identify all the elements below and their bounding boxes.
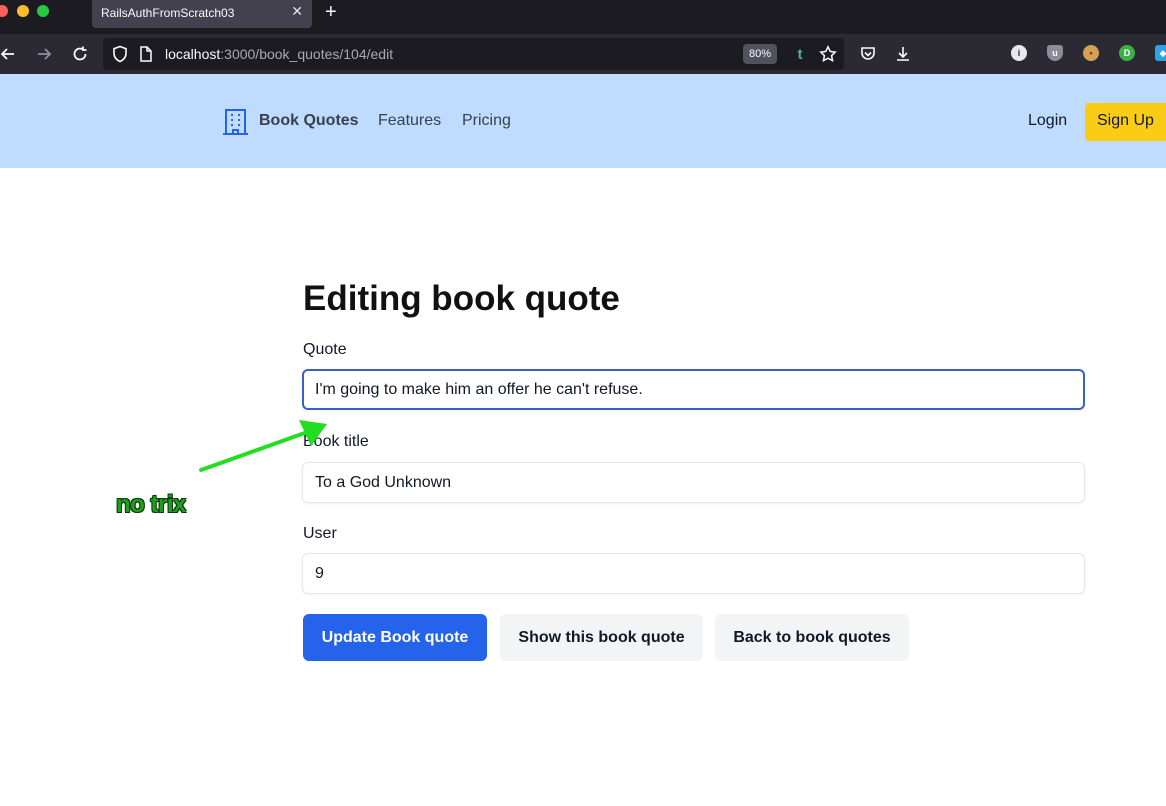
tab-close-icon[interactable]: ✕ <box>291 3 303 20</box>
ublock-extension-icon[interactable]: u <box>1047 45 1063 61</box>
brand-link[interactable]: Book Quotes <box>259 112 359 130</box>
signup-button[interactable]: Sign Up <box>1085 103 1166 141</box>
url-path: :3000/book_quotes/104/edit <box>220 46 394 62</box>
url-text[interactable]: localhost:3000/book_quotes/104/edit <box>165 46 393 62</box>
back-to-quotes-button[interactable]: Back to book quotes <box>715 614 909 661</box>
info-extension-icon[interactable]: i <box>1011 45 1027 61</box>
window-minimize-dot[interactable] <box>17 5 29 17</box>
forward-arrow-icon[interactable] <box>32 42 56 66</box>
tab-title: RailsAuthFromScratch03 <box>101 6 235 20</box>
window-close-dot[interactable] <box>0 5 8 17</box>
tracking-shield-icon[interactable] <box>111 45 129 63</box>
building-logo-icon[interactable] <box>222 108 249 135</box>
browser-tab-bar: RailsAuthFromScratch03 ✕ + <box>0 0 1166 34</box>
address-bar[interactable]: localhost:3000/book_quotes/104/edit 80% … <box>103 38 844 70</box>
user-label: User <box>303 525 337 542</box>
quote-label: Quote <box>303 341 347 358</box>
downloads-icon[interactable] <box>891 42 915 66</box>
reload-icon[interactable] <box>68 42 92 66</box>
back-arrow-icon[interactable] <box>0 42 20 66</box>
zoom-level-badge[interactable]: 80% <box>743 44 778 64</box>
show-quote-button[interactable]: Show this book quote <box>500 614 703 661</box>
page-info-icon[interactable] <box>139 46 153 62</box>
url-host: localhost <box>165 46 221 62</box>
page-title: Editing book quote <box>303 279 620 318</box>
user-input[interactable] <box>302 553 1085 594</box>
annotation-text: no trix <box>116 491 186 518</box>
green-extension-icon[interactable]: D <box>1119 45 1135 61</box>
browser-tab[interactable]: RailsAuthFromScratch03 ✕ <box>92 0 312 28</box>
book-title-input[interactable] <box>302 462 1085 503</box>
new-tab-icon[interactable]: + <box>325 1 337 24</box>
quote-input[interactable] <box>302 369 1085 410</box>
site-header: Book Quotes Features Pricing Login Sign … <box>0 74 1166 168</box>
blue-extension-icon[interactable]: ◆ <box>1155 45 1166 61</box>
browser-nav-bar: localhost:3000/book_quotes/104/edit 80% … <box>0 34 1166 74</box>
login-link[interactable]: Login <box>1028 112 1067 130</box>
bookmark-star-icon[interactable] <box>819 45 837 63</box>
cookie-extension-icon[interactable]: • <box>1083 45 1099 61</box>
nav-link-features[interactable]: Features <box>378 112 441 130</box>
nav-link-pricing[interactable]: Pricing <box>462 112 511 130</box>
annotation-arrow <box>199 420 327 472</box>
window-maximize-dot[interactable] <box>37 5 49 17</box>
tumblr-icon[interactable]: t <box>791 45 809 63</box>
update-button[interactable]: Update Book quote <box>303 614 487 661</box>
pocket-icon[interactable] <box>856 42 880 66</box>
